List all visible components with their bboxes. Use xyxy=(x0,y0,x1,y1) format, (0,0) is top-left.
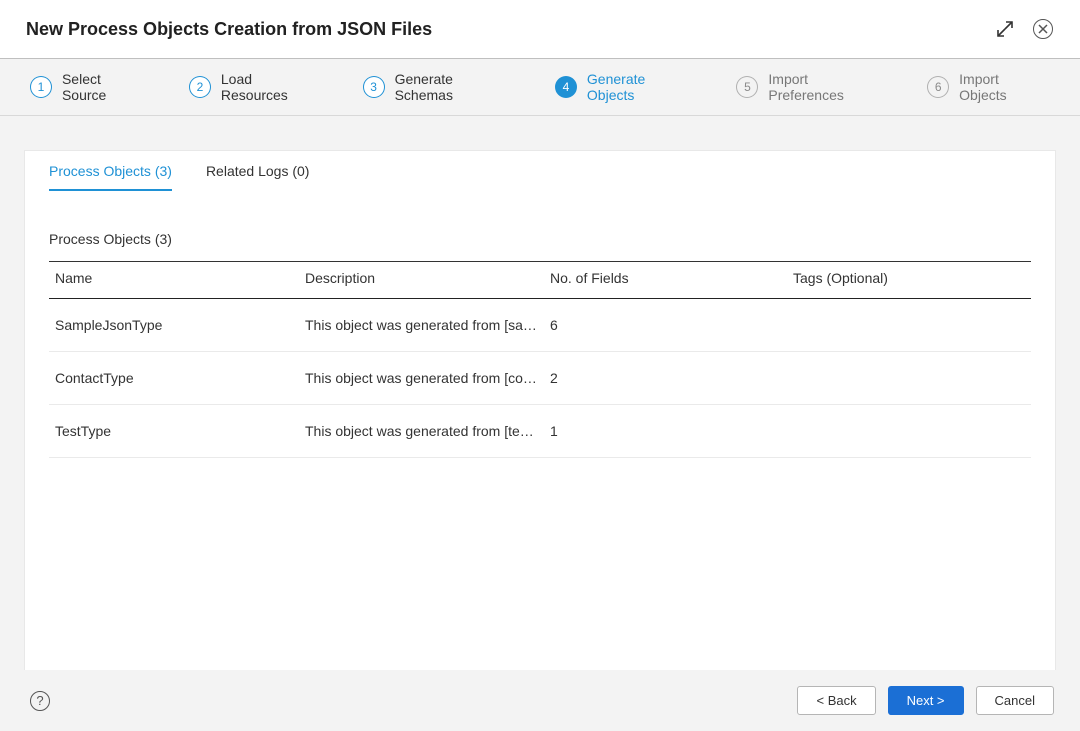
cell-fields: 2 xyxy=(544,352,787,405)
step-number: 2 xyxy=(189,76,211,98)
step-number: 1 xyxy=(30,76,52,98)
step-load-resources[interactable]: 2 Load Resources xyxy=(189,71,323,103)
table-row[interactable]: ContactType This object was generated fr… xyxy=(49,352,1031,405)
step-generate-objects[interactable]: 4 Generate Objects xyxy=(555,71,696,103)
column-header-description[interactable]: Description xyxy=(299,262,544,299)
cell-tags xyxy=(787,352,1031,405)
tab-related-logs[interactable]: Related Logs (0) xyxy=(206,163,310,191)
step-label: Load Resources xyxy=(221,71,323,103)
table-row[interactable]: TestType This object was generated from … xyxy=(49,405,1031,458)
process-objects-table: Name Description No. of Fields Tags (Opt… xyxy=(49,261,1031,458)
step-label: Select Source xyxy=(62,71,149,103)
help-icon[interactable]: ? xyxy=(30,691,50,711)
header-icons xyxy=(994,18,1054,40)
step-number: 4 xyxy=(555,76,577,98)
step-import-preferences[interactable]: 5 Import Preferences xyxy=(736,71,887,103)
content-area: Process Objects (3) Related Logs (0) Pro… xyxy=(0,116,1080,670)
cell-fields: 6 xyxy=(544,299,787,352)
panel-tabs: Process Objects (3) Related Logs (0) xyxy=(25,151,1055,191)
cell-description: This object was generated from [contact.… xyxy=(299,352,544,405)
cell-name: TestType xyxy=(49,405,299,458)
dialog-title: New Process Objects Creation from JSON F… xyxy=(26,19,432,40)
cell-description: This object was generated from [sample..… xyxy=(299,299,544,352)
tab-process-objects[interactable]: Process Objects (3) xyxy=(49,163,172,191)
cell-fields: 1 xyxy=(544,405,787,458)
back-button[interactable]: < Back xyxy=(797,686,875,715)
column-header-name[interactable]: Name xyxy=(49,262,299,299)
step-generate-schemas[interactable]: 3 Generate Schemas xyxy=(363,71,515,103)
step-label: Generate Objects xyxy=(587,71,697,103)
expand-icon[interactable] xyxy=(994,18,1016,40)
cancel-button[interactable]: Cancel xyxy=(976,686,1054,715)
next-button[interactable]: Next > xyxy=(888,686,964,715)
step-number: 6 xyxy=(927,76,949,98)
column-header-fields[interactable]: No. of Fields xyxy=(544,262,787,299)
step-select-source[interactable]: 1 Select Source xyxy=(30,71,149,103)
column-header-tags[interactable]: Tags (Optional) xyxy=(787,262,1031,299)
step-label: Generate Schemas xyxy=(395,71,515,103)
dialog-header: New Process Objects Creation from JSON F… xyxy=(0,0,1080,59)
step-number: 5 xyxy=(736,76,758,98)
main-panel: Process Objects (3) Related Logs (0) Pro… xyxy=(24,150,1056,670)
step-label: Import Preferences xyxy=(768,71,887,103)
cell-name: ContactType xyxy=(49,352,299,405)
cell-name: SampleJsonType xyxy=(49,299,299,352)
dialog-footer: ? < Back Next > Cancel xyxy=(0,670,1080,731)
wizard-stepper: 1 Select Source 2 Load Resources 3 Gener… xyxy=(0,59,1080,116)
step-label: Import Objects xyxy=(959,71,1050,103)
step-import-objects[interactable]: 6 Import Objects xyxy=(927,71,1050,103)
section-title: Process Objects (3) xyxy=(25,191,1055,261)
table-row[interactable]: SampleJsonType This object was generated… xyxy=(49,299,1031,352)
cell-tags xyxy=(787,299,1031,352)
close-icon[interactable] xyxy=(1032,18,1054,40)
cell-description: This object was generated from [testTyp.… xyxy=(299,405,544,458)
cell-tags xyxy=(787,405,1031,458)
step-number: 3 xyxy=(363,76,385,98)
footer-buttons: < Back Next > Cancel xyxy=(797,686,1054,715)
